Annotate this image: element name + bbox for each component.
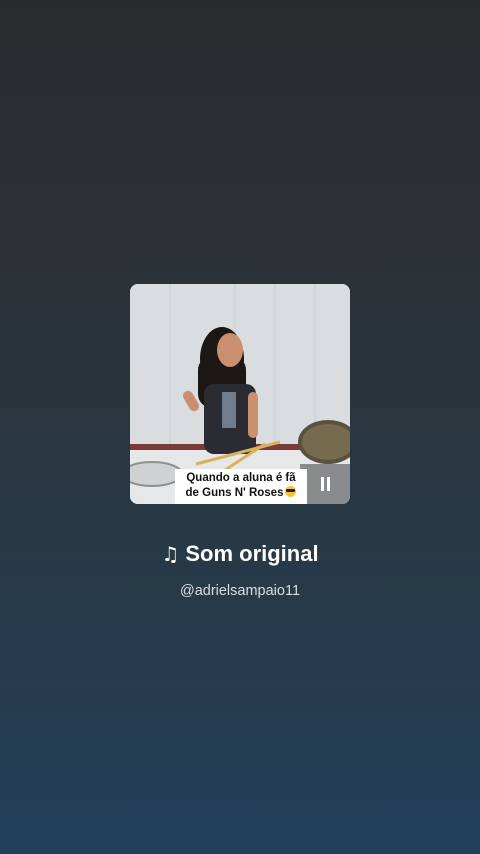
music-note-icon: ♫ <box>161 542 180 566</box>
video-caption: Quando a aluna é fã de Guns N' Roses <box>175 469 307 504</box>
caption-line-2: de Guns N' Roses <box>185 487 284 499</box>
caption-line-1: Quando a aluna é fã <box>186 472 296 484</box>
video-thumbnail[interactable]: Quando a aluna é fã de Guns N' Roses <box>130 284 350 504</box>
audio-title-row[interactable]: ♫ Som original <box>0 538 480 570</box>
audio-title: Som original <box>185 541 319 566</box>
sunglasses-emoji-icon <box>285 486 297 497</box>
creator-handle[interactable]: @adrielsampaio11 <box>0 580 480 602</box>
pause-icon[interactable] <box>320 477 332 491</box>
